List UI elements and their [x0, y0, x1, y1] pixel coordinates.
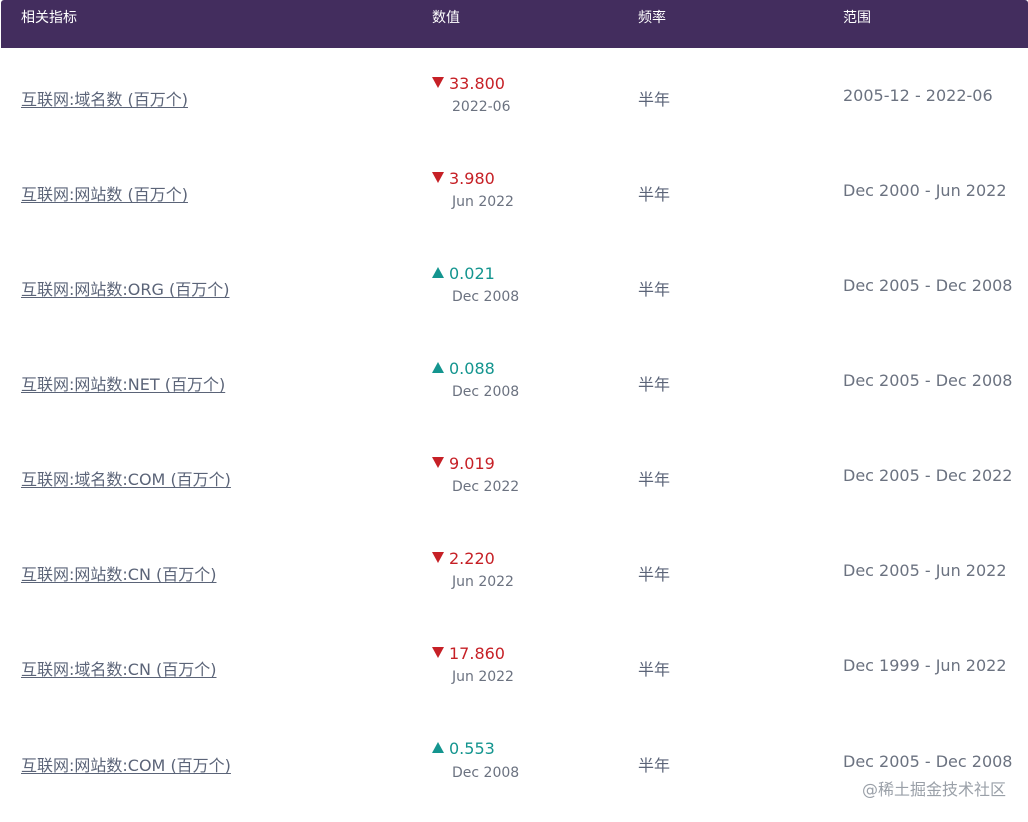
frequency-cell: 半年	[638, 470, 671, 489]
indicator-link[interactable]: 互联网:网站数:NET (百万个)	[21, 371, 225, 395]
down-arrow-icon	[432, 172, 444, 183]
range-cell: Dec 1999 - Jun 2022	[843, 656, 1007, 675]
indicator-link[interactable]: 互联网:域名数:CN (百万个)	[21, 656, 217, 680]
table-row: 互联网:域名数 (百万个) 33.800 2022-06 半年 2005-12 …	[1, 48, 1028, 143]
range-cell: Dec 2000 - Jun 2022	[843, 181, 1007, 200]
watermark: @稀土掘金技术社区	[861, 780, 1006, 799]
value-date: Dec 2008	[452, 765, 520, 781]
range-cell: Dec 2005 - Dec 2008	[843, 371, 1013, 390]
range-cell: 2005-12 - 2022-06	[843, 86, 993, 105]
down-arrow-icon	[432, 647, 444, 658]
up-arrow-icon	[432, 742, 444, 753]
range-cell: Dec 2005 - Dec 2022	[843, 466, 1013, 485]
down-arrow-icon	[432, 77, 444, 88]
header-range: 范围	[843, 10, 871, 26]
table-row: 互联网:域名数:CN (百万个) 17.860 Jun 2022 半年 Dec …	[1, 618, 1028, 713]
value-text: 9.019	[449, 454, 495, 473]
indicator-link[interactable]: 互联网:域名数:COM (百万个)	[21, 466, 231, 490]
down-arrow-icon	[432, 457, 444, 468]
down-arrow-icon	[432, 552, 444, 563]
frequency-cell: 半年	[638, 565, 671, 584]
value-date: Dec 2008	[452, 384, 520, 400]
frequency-cell: 半年	[638, 90, 671, 109]
value-cell: 0.021	[432, 264, 495, 283]
value-text: 0.553	[449, 739, 495, 758]
value-date: Jun 2022	[452, 669, 514, 685]
value-date: Jun 2022	[452, 194, 514, 210]
value-cell: 0.088	[432, 359, 495, 378]
header-value: 数值	[432, 10, 460, 26]
frequency-cell: 半年	[638, 756, 671, 775]
frequency-cell: 半年	[638, 185, 671, 204]
table-row: 互联网:网站数:ORG (百万个) 0.021 Dec 2008 半年 Dec …	[1, 238, 1028, 333]
value-cell: 3.980	[432, 169, 495, 188]
value-text: 33.800	[449, 74, 505, 93]
up-arrow-icon	[432, 362, 444, 373]
table-header: 相关指标 数值 频率 范围	[1, 0, 1028, 48]
value-text: 0.088	[449, 359, 495, 378]
table-row: 互联网:网站数:NET (百万个) 0.088 Dec 2008 半年 Dec …	[1, 333, 1028, 428]
table-row: 互联网:网站数 (百万个) 3.980 Jun 2022 半年 Dec 2000…	[1, 143, 1028, 238]
header-frequency: 频率	[638, 10, 666, 26]
frequency-cell: 半年	[638, 660, 671, 679]
indicator-link[interactable]: 互联网:网站数:ORG (百万个)	[21, 276, 229, 300]
frequency-cell: 半年	[638, 375, 671, 394]
range-cell: Dec 2005 - Dec 2008	[843, 276, 1013, 295]
value-date: Dec 2008	[452, 289, 520, 305]
range-cell: Dec 2005 - Dec 2008	[843, 752, 1013, 771]
range-cell: Dec 2005 - Jun 2022	[843, 561, 1007, 580]
value-cell: 33.800	[432, 74, 505, 93]
frequency-cell: 半年	[638, 280, 671, 299]
value-date: Dec 2022	[452, 479, 520, 495]
table-body: 互联网:域名数 (百万个) 33.800 2022-06 半年 2005-12 …	[1, 48, 1028, 822]
table-row: 互联网:域名数:COM (百万个) 9.019 Dec 2022 半年 Dec …	[1, 428, 1028, 523]
value-cell: 9.019	[432, 454, 495, 473]
table-row: 互联网:网站数:CN (百万个) 2.220 Jun 2022 半年 Dec 2…	[1, 523, 1028, 618]
indicator-link[interactable]: 互联网:网站数:COM (百万个)	[21, 752, 231, 776]
value-cell: 17.860	[432, 644, 505, 663]
value-text: 17.860	[449, 644, 505, 663]
indicator-link[interactable]: 互联网:域名数 (百万个)	[21, 86, 188, 110]
header-indicator: 相关指标	[21, 10, 77, 26]
indicator-table: 相关指标 数值 频率 范围 互联网:域名数 (百万个) 33.800 2022-…	[1, 0, 1028, 822]
value-text: 0.021	[449, 264, 495, 283]
value-text: 2.220	[449, 549, 495, 568]
value-cell: 0.553	[432, 739, 495, 758]
indicator-link[interactable]: 互联网:网站数 (百万个)	[21, 181, 188, 205]
indicator-link[interactable]: 互联网:网站数:CN (百万个)	[21, 561, 217, 585]
up-arrow-icon	[432, 267, 444, 278]
value-date: 2022-06	[452, 99, 511, 115]
value-cell: 2.220	[432, 549, 495, 568]
value-text: 3.980	[449, 169, 495, 188]
value-date: Jun 2022	[452, 574, 514, 590]
